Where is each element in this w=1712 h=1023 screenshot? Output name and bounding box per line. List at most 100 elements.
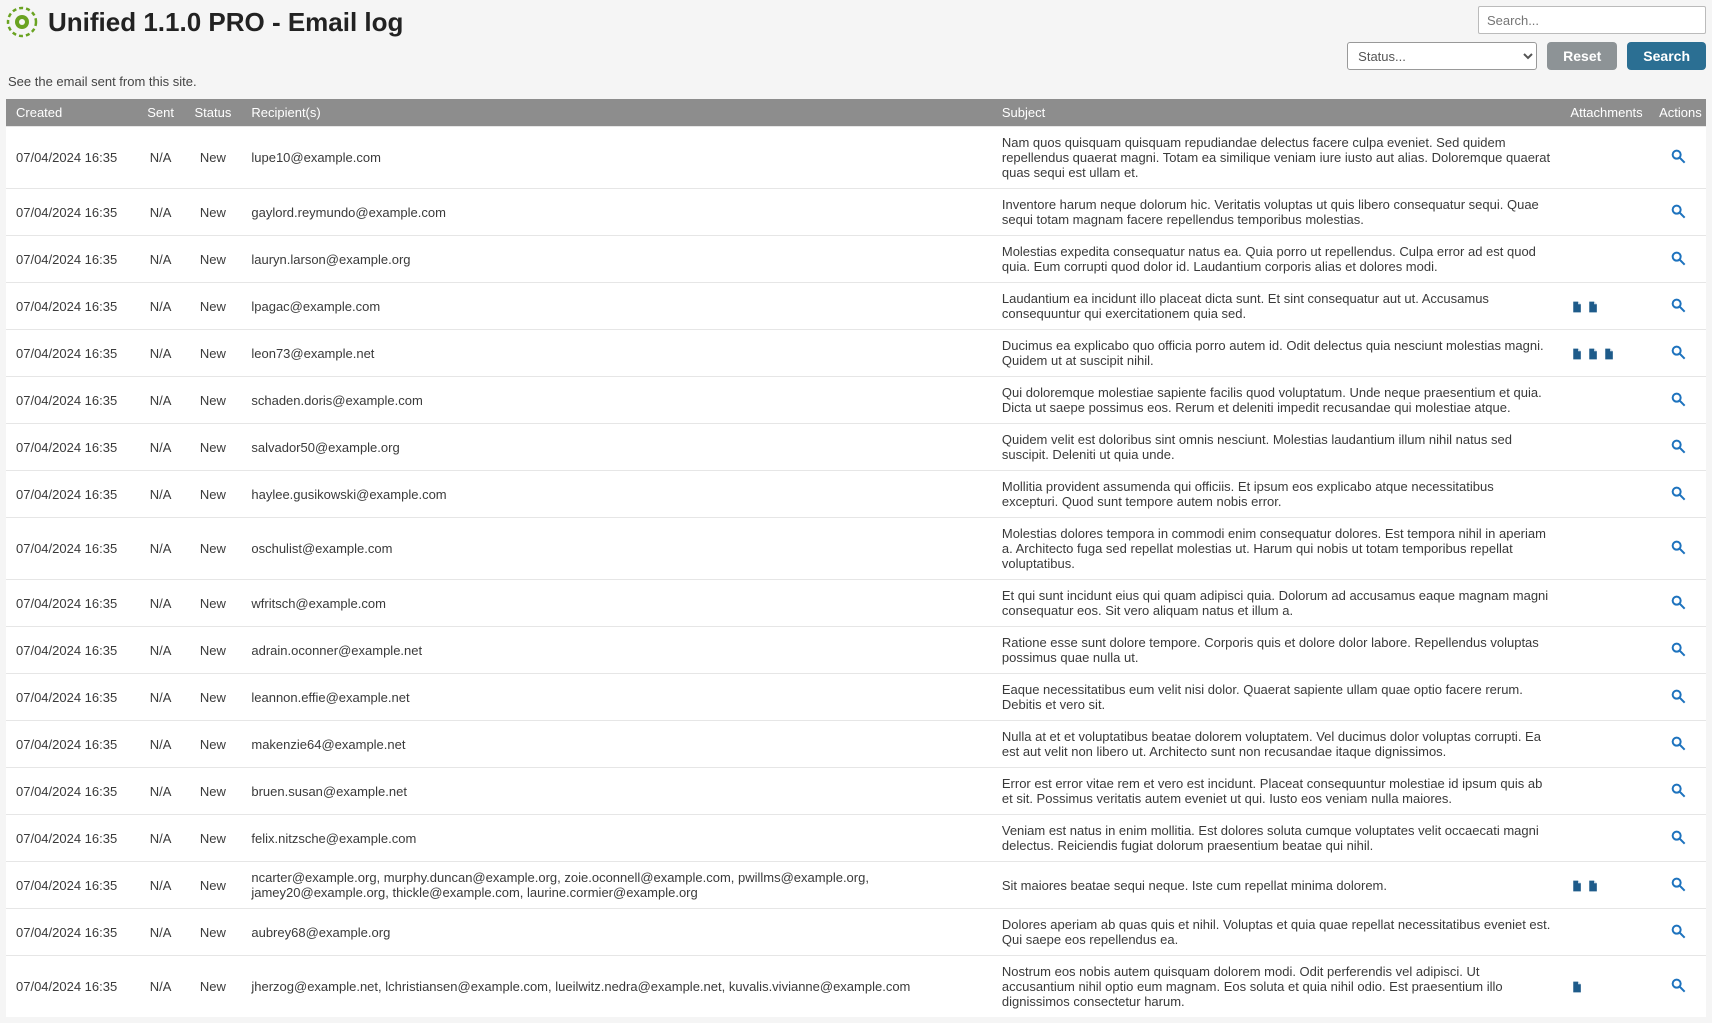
cell-recipients: wfritsch@example.com <box>241 580 992 627</box>
view-action-icon[interactable] <box>1670 395 1686 410</box>
cell-status: New <box>185 283 242 330</box>
cell-status: New <box>185 956 242 1018</box>
col-subject: Subject <box>992 99 1561 127</box>
attachment-file-icon[interactable] <box>1586 877 1599 893</box>
cell-subject: Nostrum eos nobis autem quisquam dolorem… <box>992 956 1561 1018</box>
cell-sent: N/A <box>137 377 185 424</box>
cell-status: New <box>185 815 242 862</box>
table-row: 07/04/2024 16:35N/ANewwfritsch@example.c… <box>6 580 1706 627</box>
cell-created: 07/04/2024 16:35 <box>6 862 137 909</box>
view-action-icon[interactable] <box>1670 981 1686 996</box>
cell-sent: N/A <box>137 815 185 862</box>
cell-created: 07/04/2024 16:35 <box>6 283 137 330</box>
cell-attachments <box>1560 674 1649 721</box>
col-attachments: Attachments <box>1560 99 1649 127</box>
cell-created: 07/04/2024 16:35 <box>6 768 137 815</box>
view-action-icon[interactable] <box>1670 348 1686 363</box>
view-action-icon[interactable] <box>1670 739 1686 754</box>
cell-attachments <box>1560 580 1649 627</box>
view-action-icon[interactable] <box>1670 301 1686 316</box>
view-action-icon[interactable] <box>1670 927 1686 942</box>
view-action-icon[interactable] <box>1670 543 1686 558</box>
view-action-icon[interactable] <box>1670 880 1686 895</box>
cell-recipients: salvador50@example.org <box>241 424 992 471</box>
cell-subject: Molestias dolores tempora in commodi eni… <box>992 518 1561 580</box>
view-action-icon[interactable] <box>1670 598 1686 613</box>
page-subtitle: See the email sent from this site. <box>8 74 1706 89</box>
view-action-icon[interactable] <box>1670 692 1686 707</box>
cell-status: New <box>185 330 242 377</box>
cell-subject: Sit maiores beatae sequi neque. Iste cum… <box>992 862 1561 909</box>
cell-attachments <box>1560 518 1649 580</box>
cell-recipients: haylee.gusikowski@example.com <box>241 471 992 518</box>
cell-sent: N/A <box>137 627 185 674</box>
view-action-icon[interactable] <box>1670 786 1686 801</box>
cell-attachments <box>1560 189 1649 236</box>
cell-created: 07/04/2024 16:35 <box>6 627 137 674</box>
cell-recipients: jherzog@example.net, lchristiansen@examp… <box>241 956 992 1018</box>
col-actions: Actions <box>1649 99 1706 127</box>
cell-status: New <box>185 236 242 283</box>
cell-attachments <box>1560 862 1649 909</box>
attachment-file-icon[interactable] <box>1602 345 1615 361</box>
table-row: 07/04/2024 16:35N/ANewleannon.effie@exam… <box>6 674 1706 721</box>
cell-subject: Ratione esse sunt dolore tempore. Corpor… <box>992 627 1561 674</box>
col-created: Created <box>6 99 137 127</box>
cell-sent: N/A <box>137 471 185 518</box>
search-button[interactable]: Search <box>1627 42 1706 70</box>
view-action-icon[interactable] <box>1670 645 1686 660</box>
attachment-file-icon[interactable] <box>1570 979 1583 995</box>
cell-recipients: leannon.effie@example.net <box>241 674 992 721</box>
cell-created: 07/04/2024 16:35 <box>6 909 137 956</box>
email-log-table: Created Sent Status Recipient(s) Subject… <box>6 99 1706 1017</box>
col-sent: Sent <box>137 99 185 127</box>
cell-recipients: leon73@example.net <box>241 330 992 377</box>
cell-created: 07/04/2024 16:35 <box>6 815 137 862</box>
view-action-icon[interactable] <box>1670 152 1686 167</box>
cell-sent: N/A <box>137 721 185 768</box>
view-action-icon[interactable] <box>1670 207 1686 222</box>
table-row: 07/04/2024 16:35N/ANewlpagac@example.com… <box>6 283 1706 330</box>
cell-sent: N/A <box>137 283 185 330</box>
table-row: 07/04/2024 16:35N/ANewhaylee.gusikowski@… <box>6 471 1706 518</box>
attachment-file-icon[interactable] <box>1570 345 1583 361</box>
cell-recipients: lpagac@example.com <box>241 283 992 330</box>
cell-sent: N/A <box>137 127 185 189</box>
view-action-icon[interactable] <box>1670 489 1686 504</box>
page-title: Unified 1.1.0 PRO - Email log <box>48 7 403 38</box>
cell-created: 07/04/2024 16:35 <box>6 674 137 721</box>
view-action-icon[interactable] <box>1670 833 1686 848</box>
attachment-file-icon[interactable] <box>1586 345 1599 361</box>
attachment-file-icon[interactable] <box>1586 298 1599 314</box>
cell-attachments <box>1560 768 1649 815</box>
cell-status: New <box>185 768 242 815</box>
cell-recipients: lupe10@example.com <box>241 127 992 189</box>
col-recipients: Recipient(s) <box>241 99 992 127</box>
cell-sent: N/A <box>137 424 185 471</box>
cell-subject: Ducimus ea explicabo quo officia porro a… <box>992 330 1561 377</box>
cell-attachments <box>1560 815 1649 862</box>
cell-created: 07/04/2024 16:35 <box>6 721 137 768</box>
status-select[interactable]: Status... <box>1347 42 1537 70</box>
view-action-icon[interactable] <box>1670 442 1686 457</box>
cell-sent: N/A <box>137 518 185 580</box>
view-action-icon[interactable] <box>1670 254 1686 269</box>
cell-status: New <box>185 862 242 909</box>
attachment-file-icon[interactable] <box>1570 877 1583 893</box>
table-row: 07/04/2024 16:35N/ANewncarter@example.or… <box>6 862 1706 909</box>
cell-attachments <box>1560 424 1649 471</box>
reset-button[interactable]: Reset <box>1547 42 1617 70</box>
cell-status: New <box>185 674 242 721</box>
cell-recipients: oschulist@example.com <box>241 518 992 580</box>
attachment-file-icon[interactable] <box>1570 298 1583 314</box>
cell-recipients: schaden.doris@example.com <box>241 377 992 424</box>
search-input[interactable] <box>1478 6 1706 34</box>
cell-recipients: bruen.susan@example.net <box>241 768 992 815</box>
table-row: 07/04/2024 16:35N/ANewbruen.susan@exampl… <box>6 768 1706 815</box>
cell-subject: Eaque necessitatibus eum velit nisi dolo… <box>992 674 1561 721</box>
cell-sent: N/A <box>137 862 185 909</box>
cell-subject: Quidem velit est doloribus sint omnis ne… <box>992 424 1561 471</box>
cell-created: 07/04/2024 16:35 <box>6 189 137 236</box>
cell-attachments <box>1560 330 1649 377</box>
cell-sent: N/A <box>137 768 185 815</box>
